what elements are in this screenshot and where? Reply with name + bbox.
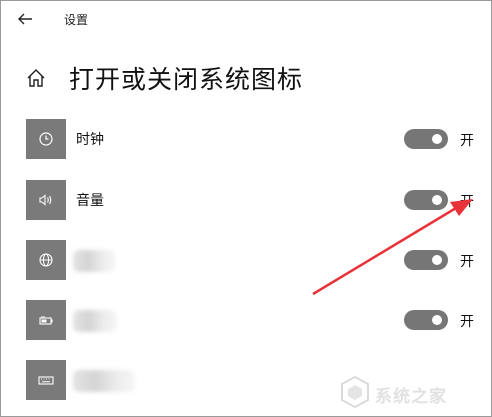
window-title: 设置	[64, 13, 89, 27]
obscured-label	[73, 310, 117, 332]
keyboard-icon-tile	[26, 360, 66, 400]
settings-window: 设置 打开或关闭系统图标 时钟 开 音量 开 开 开 系统之家	[0, 0, 492, 417]
keyboard-icon	[38, 376, 54, 385]
watermark: 系统之家	[339, 373, 489, 413]
item-label: 音量	[76, 193, 104, 209]
back-button[interactable]	[13, 7, 37, 31]
obscured-label	[73, 250, 115, 272]
page-title: 打开或关闭系统图标	[69, 65, 304, 94]
page-header: 打开或关闭系统图标	[1, 57, 491, 97]
toggle-state-text: 开	[460, 194, 474, 210]
power-toggle[interactable]	[404, 310, 448, 330]
clock-icon	[39, 132, 53, 146]
volume-icon-tile	[26, 180, 66, 220]
back-arrow-icon	[18, 13, 32, 25]
network-globe-icon	[39, 253, 53, 267]
item-label: 时钟	[76, 132, 104, 148]
volume-icon	[39, 194, 52, 206]
list-item-network: 开	[26, 240, 491, 280]
title-bar: 设置	[1, 1, 491, 37]
home-button[interactable]	[25, 67, 47, 89]
toggle-state-text: 开	[460, 133, 474, 149]
toggle-knob	[432, 134, 442, 144]
list-item-power: 开	[26, 300, 491, 340]
watermark-logo-icon	[341, 375, 369, 409]
toggle-knob	[432, 315, 442, 325]
home-icon	[27, 69, 45, 87]
watermark-text: 系统之家	[375, 387, 447, 407]
clock-toggle[interactable]	[404, 129, 448, 149]
network-icon-tile	[26, 240, 66, 280]
volume-toggle[interactable]	[404, 190, 448, 210]
battery-icon-tile	[26, 300, 66, 340]
network-toggle[interactable]	[404, 250, 448, 270]
list-item-clock: 时钟 开	[26, 119, 491, 159]
toggle-knob	[432, 255, 442, 265]
list-item-volume: 音量 开	[26, 180, 491, 220]
toggle-state-text: 开	[460, 254, 474, 270]
toggle-knob	[432, 195, 442, 205]
toggle-state-text: 开	[460, 314, 474, 330]
obscured-label	[73, 370, 135, 392]
battery-icon	[39, 316, 53, 325]
clock-icon-tile	[26, 119, 66, 159]
